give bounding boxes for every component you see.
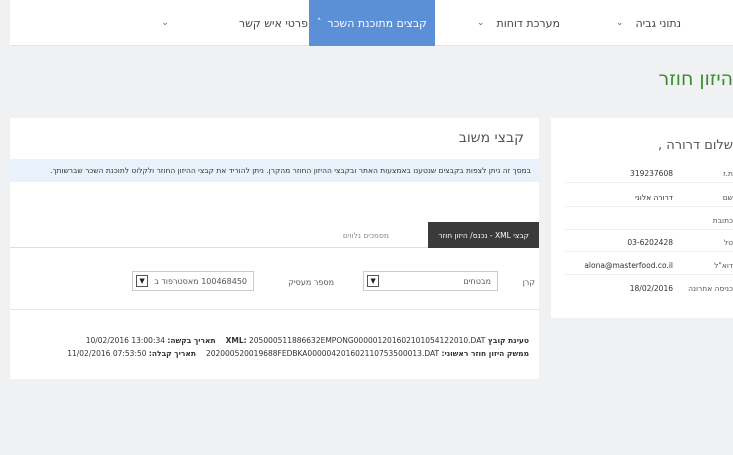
- nav-item-contact-details[interactable]: פרטי איש קשר ⌄: [161, 0, 308, 46]
- profile-row-last-login: כניסה אחרונה 18/02/2016: [565, 278, 733, 298]
- chevron-down-icon: ⌄: [161, 18, 169, 28]
- profile-label: כתובת: [712, 216, 733, 225]
- tabs-bar: קבצי XML - נכנס/ היזון חוזר מסמכים נלווי…: [10, 222, 539, 248]
- profile-row-name: שם דרורה אלוני: [565, 187, 733, 207]
- feedback-files-panel: קבצי משוב במסך זה ניתן לצפות בקבצים שנטע…: [10, 118, 539, 379]
- nav-item-payroll-files[interactable]: קבצים מתוכנת השכר ˄: [308, 0, 435, 46]
- fund-select-value: מבטחים: [463, 276, 491, 286]
- chevron-down-icon: ⌄: [615, 18, 624, 28]
- date-value: 07:53:50 11/02/2016: [67, 349, 147, 358]
- nav-item-collection-data[interactable]: נתוני גביה ⌄: [616, 0, 681, 46]
- profile-label: כניסה אחרונה: [688, 284, 733, 293]
- profile-row-id: ת.ז 319237608: [565, 163, 733, 183]
- nav-item-label: פרטי איש קשר: [238, 16, 308, 30]
- employer-select[interactable]: 100468450 מאסטרפוד ב ▼: [132, 271, 254, 291]
- file-name-link[interactable]: 205000511886632EMPONG0000012016021010541…: [249, 336, 485, 345]
- profile-card: שלום דרורה , ת.ז 319237608 שם דרורה אלונ…: [551, 118, 733, 318]
- profile-label: טל: [723, 238, 733, 247]
- fund-label: קרן: [522, 278, 535, 287]
- dropdown-arrow-icon: ▼: [136, 275, 148, 287]
- date-value: 13:00:34 10/02/2016: [85, 336, 166, 345]
- tab-xml-files[interactable]: קבצי XML - נכנס/ היזון חוזר: [428, 222, 539, 248]
- profile-row-email: דוא"ל alona@masterfood.co.il: [565, 255, 733, 275]
- tab-attached-documents[interactable]: מסמכים נלווים: [333, 222, 399, 248]
- profile-label: שם: [722, 193, 733, 202]
- filters-row: קרן מבטחים ▼ מספר מעסיק 100468450 מאסטרפ…: [10, 258, 539, 310]
- date-label: תאריך בקשה:: [167, 336, 216, 345]
- profile-value: alona@masterfood.co.il: [584, 261, 673, 270]
- profile-row-address: כתובת: [565, 210, 733, 230]
- profile-label: דוא"ל: [714, 261, 733, 270]
- nav-item-reports[interactable]: מערכת דוחות ⌄: [477, 0, 560, 46]
- record-row: ממשק היזון חוזר ראשוני: 202000520019688F…: [67, 349, 529, 358]
- employer-label: מספר מעסיק: [288, 278, 334, 287]
- dropdown-arrow-icon: ▼: [367, 275, 379, 287]
- greeting-name: שלום דרורה ,: [658, 138, 733, 153]
- nav-item-label: מערכת דוחות: [496, 16, 560, 30]
- profile-value: 18/02/2016: [629, 284, 673, 293]
- chevron-up-icon: ˄: [316, 18, 322, 28]
- top-navigation: נתוני גביה ⌄ מערכת דוחות ⌄ קבצים מתוכנת …: [10, 0, 733, 46]
- profile-value: דרורה אלוני: [635, 193, 673, 202]
- record-row: טעינת קובץ XML: 205000511886632EMPONG000…: [86, 336, 529, 345]
- file-name-link[interactable]: 202000520019688FEDBKA0000042016021107535…: [206, 349, 439, 358]
- nav-item-label: קבצים מתוכנת השכר: [327, 16, 427, 30]
- date-label: תאריך קבלה:: [148, 349, 196, 358]
- panel-title: קבצי משוב: [458, 130, 524, 146]
- profile-row-phone: טל 03-6202428: [565, 232, 733, 252]
- info-notice: במסך זה ניתן לצפות בקבצים שנטענו באמצעות…: [10, 159, 539, 182]
- profile-value: 319237608: [630, 169, 673, 178]
- fund-select[interactable]: מבטחים ▼: [363, 271, 498, 291]
- chevron-down-icon: ⌄: [476, 18, 485, 28]
- page-title: היזון חוזר: [658, 68, 733, 90]
- profile-label: ת.ז: [723, 169, 733, 178]
- profile-value: 03-6202428: [627, 238, 673, 247]
- file-label: ממשק היזון חוזר ראשוני:: [441, 349, 530, 358]
- employer-select-value: 100468450 מאסטרפוד ב: [154, 276, 247, 286]
- nav-item-label: נתוני גביה: [635, 16, 681, 30]
